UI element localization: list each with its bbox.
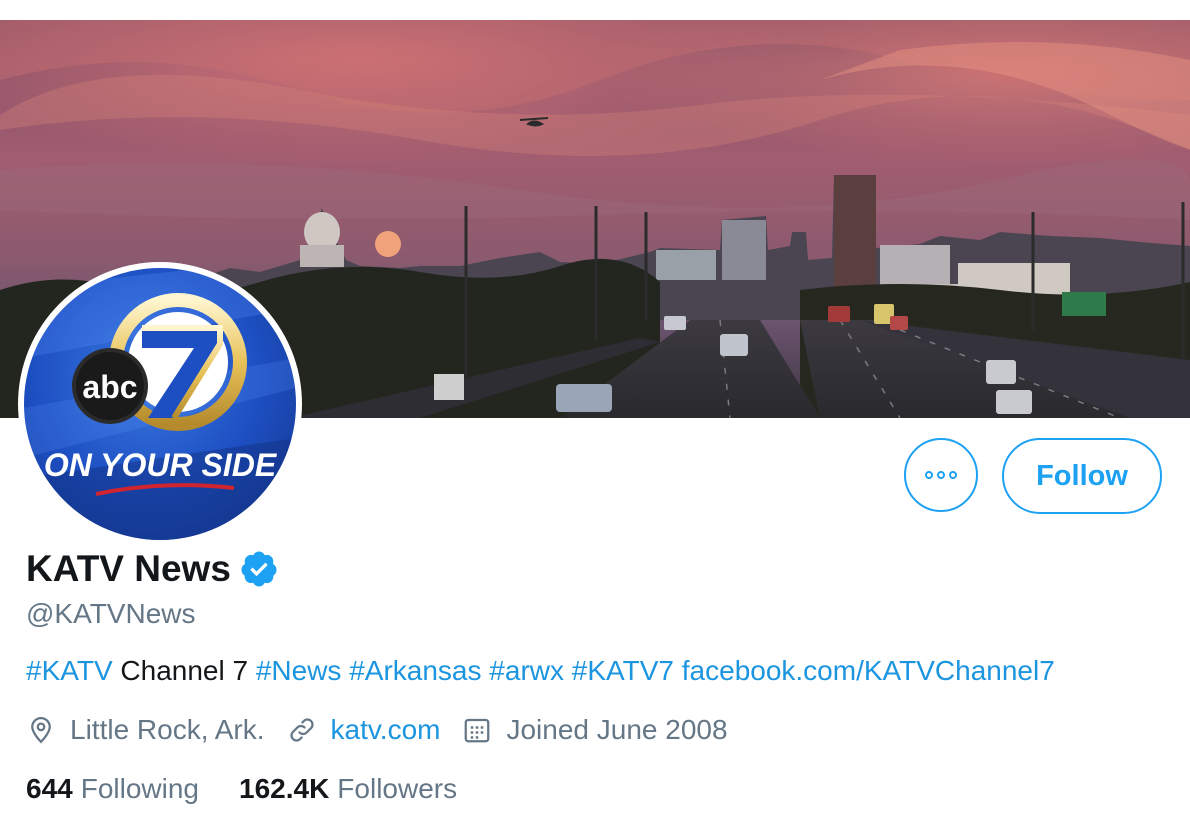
avatar-slogan: ON YOUR SIDE: [44, 447, 278, 483]
profile-meta: Little Rock, Ark. katv.com Joined June 2…: [26, 714, 750, 746]
website-item: katv.com: [287, 714, 441, 746]
bio-space: [564, 655, 572, 686]
link-icon: [289, 718, 314, 742]
abc-logo-text: abc: [82, 369, 137, 405]
abc7-logo: abc ON YOUR SIDE: [24, 268, 296, 540]
hashtag-link[interactable]: #News: [256, 655, 342, 686]
following-count: 644: [26, 773, 73, 804]
followers-count: 162.4K: [239, 773, 330, 804]
hashtag-link[interactable]: #KATV7: [572, 655, 674, 686]
profile-bio: #KATV Channel 7 #News #Arkansas #arwx #K…: [26, 655, 1055, 687]
more-options-button[interactable]: [904, 438, 978, 512]
hashtag-link[interactable]: #KATV: [26, 655, 113, 686]
location-pin-icon: [31, 716, 51, 744]
website-link[interactable]: katv.com: [331, 714, 441, 746]
joined-text: Joined June 2008: [506, 714, 728, 745]
follow-button[interactable]: Follow: [1002, 438, 1162, 514]
calendar-icon: [465, 718, 490, 743]
following-link[interactable]: 644 Following: [26, 773, 199, 805]
more-icon: [925, 471, 957, 479]
bio-space: [674, 655, 682, 686]
display-name-row: KATV News: [26, 548, 279, 590]
top-bar: [0, 0, 1190, 21]
profile-avatar[interactable]: abc ON YOUR SIDE: [18, 262, 302, 546]
profile-stats: 644 Following 162.4K Followers: [26, 773, 497, 805]
hashtag-link[interactable]: #arwx: [489, 655, 564, 686]
display-name: KATV News: [26, 548, 231, 589]
hashtag-link[interactable]: #Arkansas: [349, 655, 481, 686]
followers-link[interactable]: 162.4K Followers: [239, 773, 457, 805]
user-handle: @KATVNews: [26, 598, 196, 629]
verified-badge-icon: [241, 551, 277, 587]
facebook-link[interactable]: facebook.com/KATVChannel7: [682, 655, 1055, 686]
location-text: Little Rock, Ark.: [70, 714, 265, 745]
location-item: Little Rock, Ark.: [26, 714, 265, 746]
joined-item: Joined June 2008: [462, 714, 728, 746]
following-label: Following: [80, 773, 199, 804]
bio-text: Channel 7: [112, 655, 256, 686]
profile-page: abc ON YOUR SIDE Follow KATV News @KATVN…: [0, 0, 1190, 816]
followers-label: Followers: [337, 773, 458, 804]
